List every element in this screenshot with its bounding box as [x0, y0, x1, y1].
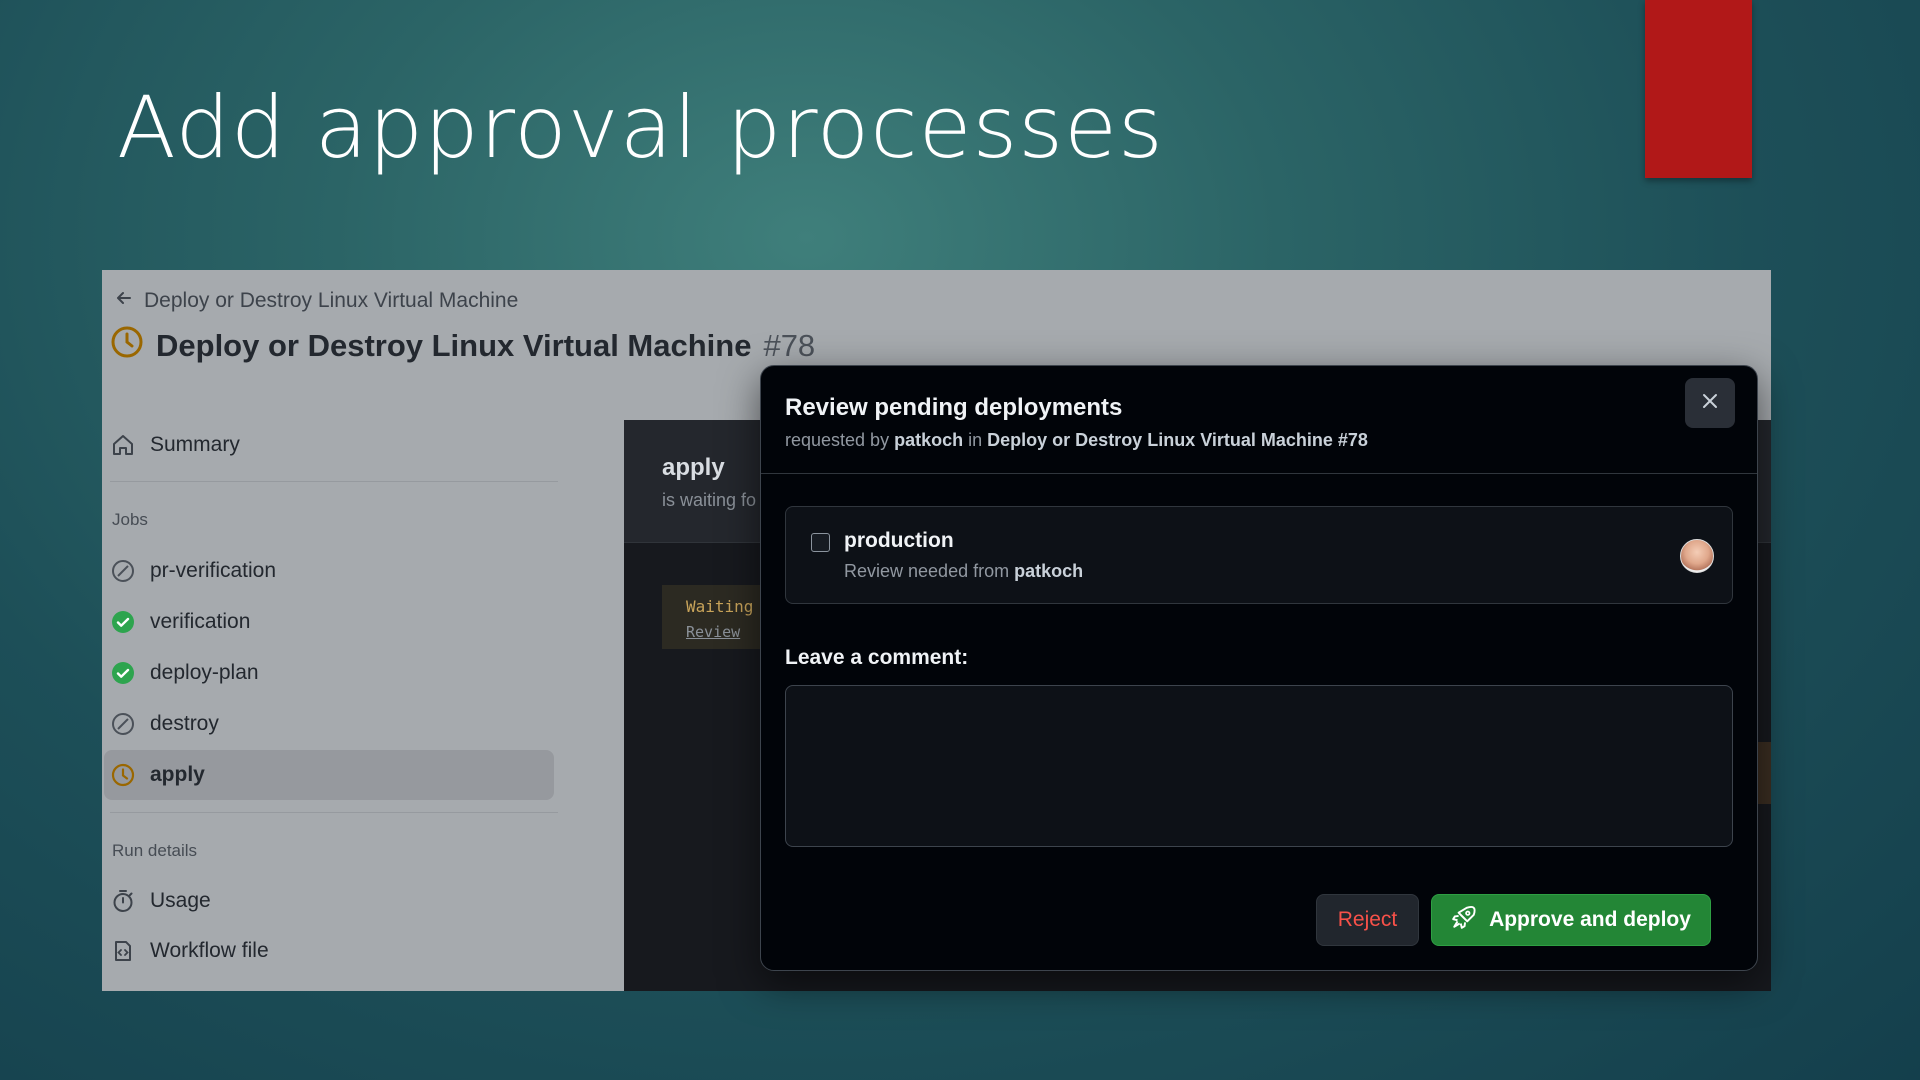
- sidebar-item-label: verification: [150, 610, 251, 633]
- sidebar-item-label: deploy-plan: [150, 661, 259, 684]
- comment-textarea[interactable]: [785, 685, 1733, 847]
- stopwatch-icon: [110, 888, 136, 914]
- environment-card: production Review needed from patkoch: [785, 506, 1733, 604]
- dialog-subtitle: requested by patkoch in Deploy or Destro…: [785, 430, 1368, 451]
- environment-checkbox[interactable]: [811, 533, 830, 552]
- comment-label: Leave a comment:: [785, 646, 969, 669]
- review-note-prefix: Review needed from: [844, 561, 1010, 581]
- sidebar-item-deploy-plan[interactable]: deploy-plan: [110, 648, 550, 698]
- red-accent-bar: [1645, 0, 1752, 178]
- avatar[interactable]: [1680, 539, 1714, 573]
- sidebar-item-verification[interactable]: verification: [110, 597, 550, 647]
- skipped-icon: [110, 558, 136, 584]
- job-name: apply: [662, 454, 725, 481]
- sidebar-item-summary[interactable]: Summary: [110, 420, 550, 470]
- close-button[interactable]: [1685, 378, 1735, 428]
- subtitle-in: in: [968, 430, 983, 450]
- check-circle-icon: [110, 609, 136, 635]
- sidebar-item-label: Workflow file: [150, 939, 269, 962]
- job-status-text: is waiting fo: [662, 490, 757, 510]
- subtitle-prefix: requested by: [785, 430, 890, 450]
- sidebar-item-label: pr-verification: [150, 559, 277, 582]
- rocket-icon: [1451, 904, 1477, 936]
- sidebar-item-label: destroy: [150, 712, 219, 735]
- approve-and-deploy-button[interactable]: Approve and deploy: [1431, 894, 1711, 946]
- sidebar-item-label: apply: [150, 763, 205, 786]
- slide-title: Add approval processes: [117, 78, 1164, 178]
- environment-name: production: [844, 529, 954, 552]
- approve-button-label: Approve and deploy: [1489, 908, 1691, 931]
- sidebar-item-usage[interactable]: Usage: [110, 876, 550, 926]
- sidebar-item-apply[interactable]: apply: [104, 750, 554, 800]
- close-icon: [1701, 392, 1719, 415]
- sidebar-item-label: Summary: [150, 433, 240, 456]
- sidebar-item-pr-verification[interactable]: pr-verification: [110, 546, 550, 596]
- reject-button[interactable]: Reject: [1316, 894, 1419, 946]
- log-edge: [1757, 742, 1771, 804]
- reviewer-name: patkoch: [1014, 561, 1084, 581]
- sidebar-item-label: Usage: [150, 889, 211, 912]
- log-line: Waiting: [686, 597, 754, 616]
- divider: [110, 812, 558, 813]
- sidebar-item-workflow-file[interactable]: Workflow file: [110, 926, 550, 976]
- jobs-heading: Jobs: [112, 510, 148, 529]
- dialog-title: Review pending deployments: [785, 394, 1123, 421]
- review-link[interactable]: Review: [686, 623, 740, 641]
- divider: [761, 473, 1757, 474]
- reject-button-label: Reject: [1337, 908, 1398, 931]
- home-icon: [110, 432, 136, 458]
- requester-name: patkoch: [894, 430, 964, 450]
- clock-icon: [110, 762, 136, 788]
- check-circle-icon: [110, 660, 136, 686]
- sidebar: Summary Jobs pr-verification verificatio…: [102, 270, 562, 991]
- environment-review-note: Review needed from patkoch: [844, 561, 1083, 582]
- run-details-heading: Run details: [112, 841, 198, 860]
- workflow-file-icon: [110, 938, 136, 964]
- workflow-name: Deploy or Destroy Linux Virtual Machine …: [987, 430, 1368, 450]
- divider: [110, 481, 558, 482]
- sidebar-item-destroy[interactable]: destroy: [110, 699, 550, 749]
- review-deployments-dialog: Review pending deployments requested by …: [760, 365, 1758, 971]
- skipped-icon: [110, 711, 136, 737]
- run-number: #78: [763, 328, 816, 363]
